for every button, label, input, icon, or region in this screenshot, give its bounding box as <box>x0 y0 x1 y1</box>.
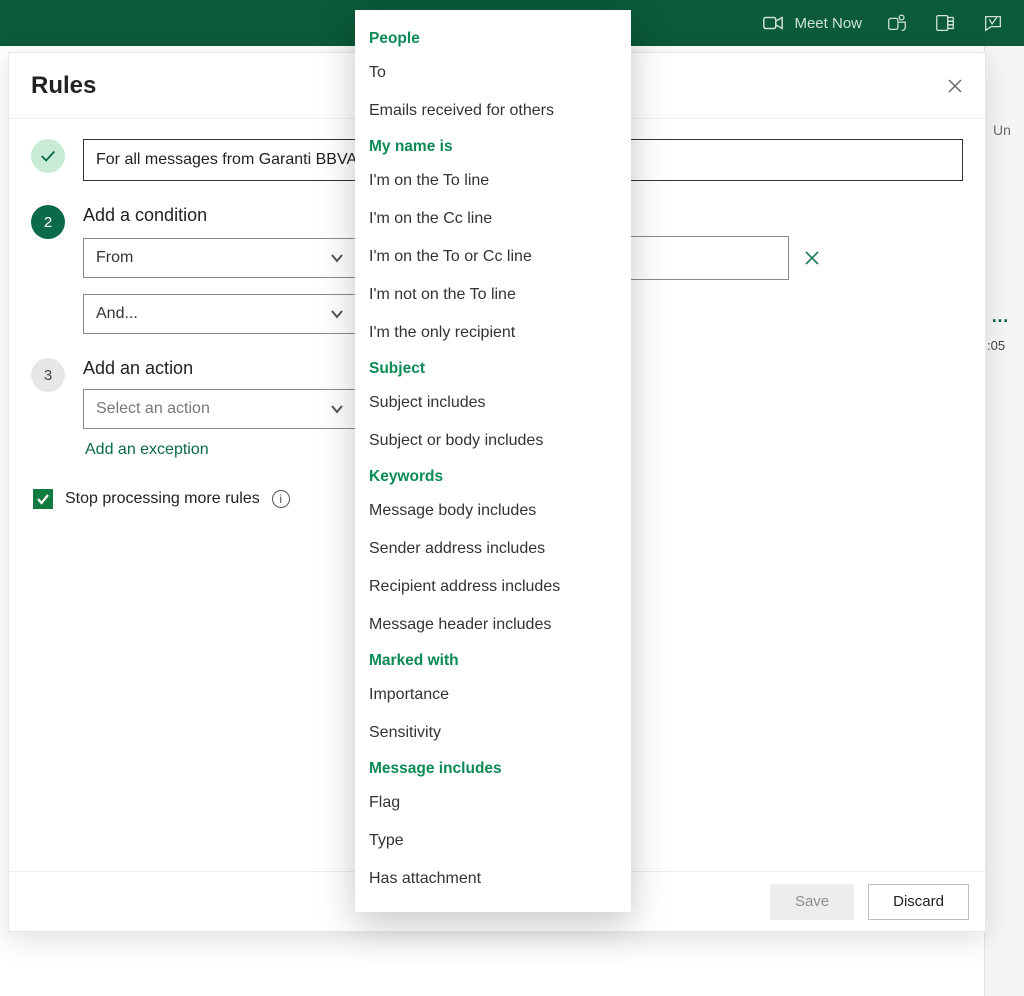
stop-processing-checkbox[interactable] <box>33 489 53 509</box>
chevron-down-icon <box>330 307 344 321</box>
dropdown-item[interactable]: I'm on the To or Cc line <box>355 238 631 276</box>
time-label: :05 <box>987 338 1005 353</box>
teams-icon[interactable] <box>884 10 910 36</box>
save-button[interactable]: Save <box>770 884 854 920</box>
step2-bullet: 2 <box>31 205 65 239</box>
dropdown-item[interactable]: I'm the only recipient <box>355 314 631 352</box>
check-icon <box>36 492 50 506</box>
tips-icon[interactable] <box>980 10 1006 36</box>
dropdown-item[interactable]: Importance <box>355 676 631 714</box>
step3-bullet: 3 <box>31 358 65 392</box>
step1-bullet <box>31 139 65 173</box>
condition-dropdown: PeopleToEmails received for othersMy nam… <box>355 10 631 912</box>
close-icon <box>947 78 963 94</box>
chevron-down-icon <box>330 402 344 416</box>
action-select[interactable]: Select an action <box>83 389 357 429</box>
condition-from-select[interactable]: From <box>83 238 357 278</box>
dropdown-item[interactable]: Sensitivity <box>355 714 631 752</box>
dropdown-group-header: Marked with <box>355 644 631 676</box>
onenote-icon[interactable] <box>932 10 958 36</box>
info-icon[interactable]: i <box>272 490 290 508</box>
dropdown-item[interactable]: I'm on the To line <box>355 162 631 200</box>
background-list-strip: Un … :05 <box>984 46 1024 996</box>
dropdown-item[interactable]: Message header includes <box>355 606 631 644</box>
dropdown-item[interactable]: Recipient address includes <box>355 568 631 606</box>
dropdown-group-header: My name is <box>355 130 631 162</box>
video-icon <box>762 12 784 34</box>
x-icon <box>803 249 821 267</box>
dropdown-group-header: Keywords <box>355 460 631 492</box>
truncated-label: Un <box>993 122 1011 138</box>
dropdown-item[interactable]: Subject or body includes <box>355 422 631 460</box>
modal-title: Rules <box>31 72 96 100</box>
dropdown-item[interactable]: I'm on the Cc line <box>355 200 631 238</box>
dropdown-item[interactable]: Type <box>355 822 631 860</box>
dropdown-item[interactable]: Has attachment <box>355 860 631 898</box>
meet-now-button[interactable]: Meet Now <box>762 12 862 34</box>
chevron-down-icon <box>330 251 344 265</box>
condition-and-value: And... <box>96 305 138 323</box>
condition-and-select[interactable]: And... <box>83 294 357 334</box>
more-icon[interactable]: … <box>991 306 1011 327</box>
dropdown-item[interactable]: Subject includes <box>355 384 631 422</box>
check-icon <box>39 147 57 165</box>
close-button[interactable] <box>945 76 965 96</box>
dropdown-item[interactable]: Sender address includes <box>355 530 631 568</box>
dropdown-group-header: People <box>355 22 631 54</box>
dropdown-item[interactable]: Emails received for others <box>355 92 631 130</box>
condition-from-value: From <box>96 249 133 267</box>
remove-condition-button[interactable] <box>803 249 821 267</box>
action-placeholder: Select an action <box>96 400 210 418</box>
dropdown-item[interactable]: I'm not on the To line <box>355 276 631 314</box>
stop-processing-label: Stop processing more rules <box>65 490 260 508</box>
meet-now-label: Meet Now <box>794 15 862 32</box>
dropdown-item[interactable]: To <box>355 54 631 92</box>
dropdown-group-header: Subject <box>355 352 631 384</box>
dropdown-item[interactable]: Flag <box>355 784 631 822</box>
dropdown-group-header: Message includes <box>355 752 631 784</box>
discard-button[interactable]: Discard <box>868 884 969 920</box>
dropdown-item[interactable]: Message body includes <box>355 492 631 530</box>
